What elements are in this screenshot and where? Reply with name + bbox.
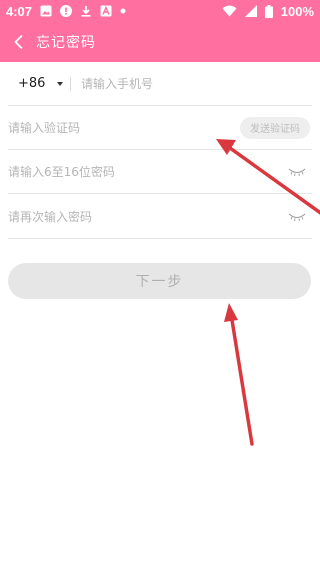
signal-icon bbox=[244, 5, 257, 17]
status-bar-right: 100% bbox=[222, 4, 314, 19]
code-row: 发送验证码 bbox=[8, 106, 312, 150]
status-bar: 4:07 100% bbox=[0, 0, 320, 22]
image-icon bbox=[40, 5, 52, 17]
alert-icon bbox=[60, 5, 73, 17]
phone-row: +86 bbox=[8, 62, 312, 106]
phone-input[interactable] bbox=[81, 68, 312, 99]
wifi-icon bbox=[222, 5, 237, 17]
status-bar-left: 4:07 bbox=[6, 4, 126, 19]
page-title: 忘记密码 bbox=[36, 35, 96, 51]
send-code-button[interactable]: 发送验证码 bbox=[240, 116, 310, 139]
app-header: 忘记密码 bbox=[0, 22, 320, 62]
font-icon bbox=[100, 5, 112, 17]
divider bbox=[70, 76, 71, 91]
confirm-password-input[interactable] bbox=[8, 201, 286, 232]
eye-closed-icon[interactable] bbox=[286, 210, 308, 224]
back-button[interactable] bbox=[6, 22, 32, 62]
battery-percent: 100% bbox=[280, 3, 314, 19]
next-step-button[interactable]: 下一步 bbox=[8, 263, 311, 299]
confirm-password-row bbox=[8, 195, 312, 239]
dot-icon bbox=[120, 8, 126, 14]
download-icon bbox=[80, 5, 92, 17]
arrow-to-next-button bbox=[224, 303, 254, 446]
caret-down-icon bbox=[57, 81, 64, 86]
country-code-label: +86 bbox=[18, 76, 46, 91]
country-code-selector[interactable]: +86 bbox=[8, 76, 64, 91]
code-input[interactable] bbox=[8, 112, 240, 143]
battery-icon bbox=[264, 4, 273, 18]
password-row bbox=[8, 150, 312, 194]
eye-closed-icon[interactable] bbox=[286, 165, 308, 179]
status-time: 4:07 bbox=[6, 3, 33, 19]
chevron-left-icon bbox=[14, 34, 23, 50]
password-input[interactable] bbox=[8, 156, 286, 187]
